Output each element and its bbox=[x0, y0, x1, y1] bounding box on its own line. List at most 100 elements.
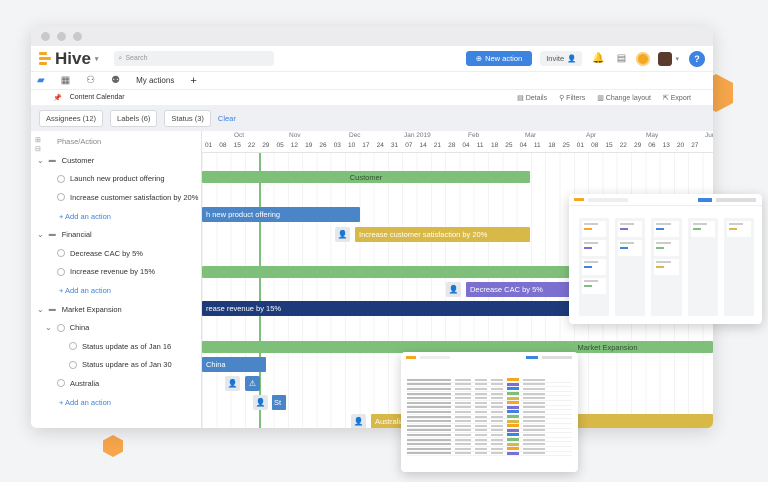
help-button[interactable]: ? bbox=[689, 50, 705, 67]
document-icon[interactable]: ▤ bbox=[614, 52, 628, 66]
labels-filter[interactable]: Labels (6) bbox=[110, 109, 158, 127]
window-minimize-dot[interactable] bbox=[57, 31, 66, 41]
checkbox-icon[interactable] bbox=[57, 193, 65, 202]
day-label: 15 bbox=[605, 142, 613, 149]
action-row[interactable]: Status updare as of Jan 30 bbox=[31, 356, 201, 375]
chevron-down-icon[interactable]: ▾ bbox=[95, 55, 99, 63]
assignee-avatar[interactable]: 👤 bbox=[335, 227, 350, 242]
chevron-down-icon[interactable]: ⌄ bbox=[37, 156, 44, 165]
phase-row[interactable]: ⌄ ▬ Financial bbox=[31, 225, 201, 244]
table-rows bbox=[407, 378, 572, 457]
day-label: 04 bbox=[519, 142, 527, 149]
preview-topbar bbox=[569, 194, 762, 206]
assignee-avatar[interactable]: 👤 bbox=[225, 376, 240, 391]
assignee-avatar[interactable]: 👤 bbox=[351, 414, 366, 428]
chevron-down-icon[interactable]: ⌄ bbox=[37, 305, 44, 314]
day-label: 06 bbox=[648, 142, 656, 149]
action-row[interactable]: Australia bbox=[31, 374, 201, 393]
add-action-link[interactable]: + Add an action bbox=[31, 207, 201, 226]
assignee-avatar[interactable]: 👤 bbox=[446, 282, 461, 297]
preview-topbar bbox=[401, 352, 578, 362]
plus-circle-icon: ⊕ bbox=[475, 54, 483, 63]
row-label: Financial bbox=[61, 230, 92, 240]
checkbox-icon[interactable] bbox=[57, 379, 65, 388]
expand-collapse-controls[interactable]: ⊞ ⊟ bbox=[35, 136, 41, 154]
checkbox-icon[interactable] bbox=[69, 360, 77, 369]
day-label: 26 bbox=[319, 142, 327, 149]
day-label: 18 bbox=[548, 142, 556, 149]
change-layout-label: Change layout bbox=[605, 94, 651, 102]
kanban-columns bbox=[579, 218, 755, 316]
phase-action-header: Phase/Action bbox=[31, 131, 201, 151]
chevron-down-icon[interactable]: ⌄ bbox=[37, 230, 44, 239]
checkbox-icon[interactable] bbox=[57, 249, 65, 258]
person-view-icon[interactable]: ⚇ bbox=[86, 75, 95, 86]
search-placeholder: Search bbox=[125, 55, 148, 62]
checkbox-icon[interactable] bbox=[56, 323, 65, 332]
user-avatar[interactable] bbox=[658, 51, 673, 66]
action-bar-china[interactable]: China bbox=[202, 357, 266, 372]
warning-icon[interactable]: ⚠ bbox=[245, 376, 260, 391]
folder-icon: ▬ bbox=[48, 156, 56, 164]
checkbox-icon[interactable] bbox=[57, 267, 65, 276]
row-label: + Add an action bbox=[59, 211, 111, 221]
add-action-link[interactable]: + Add an action bbox=[31, 281, 201, 300]
details-button[interactable]: ▤ Details bbox=[517, 94, 547, 102]
action-row[interactable]: Launch new product offering bbox=[31, 170, 201, 189]
assignees-filter[interactable]: Assignees (12) bbox=[39, 109, 104, 127]
change-layout-button[interactable]: ▥ Change layout bbox=[597, 94, 651, 102]
checkbox-icon[interactable] bbox=[69, 342, 77, 351]
phase-row[interactable]: ⌄ ▬ Market Expansion bbox=[31, 300, 201, 319]
clear-filters-link[interactable]: Clear bbox=[218, 114, 236, 123]
day-label: 22 bbox=[247, 142, 256, 149]
bell-icon[interactable]: 🔔 bbox=[591, 52, 605, 66]
assignee-avatar[interactable]: 👤 bbox=[253, 395, 268, 410]
window-close-dot[interactable] bbox=[41, 31, 50, 41]
table-view-icon[interactable]: ▦ bbox=[61, 75, 70, 86]
add-tab-button[interactable]: + bbox=[190, 75, 196, 87]
kanban-board-preview[interactable] bbox=[569, 194, 762, 324]
workspace-avatar[interactable] bbox=[636, 51, 651, 66]
invite-label: Invite bbox=[546, 54, 565, 63]
tab-my-actions[interactable]: My actions bbox=[136, 76, 174, 85]
new-action-button[interactable]: ⊕ New action bbox=[465, 51, 533, 66]
phase-row[interactable]: ⌄ ▬ Customer bbox=[31, 151, 201, 170]
search-icon: ⌕ bbox=[118, 54, 123, 62]
search-input bbox=[588, 197, 628, 202]
action-row[interactable]: ⌄ China bbox=[31, 318, 201, 337]
export-button[interactable]: ⇱ Export bbox=[663, 94, 691, 102]
new-action-button bbox=[526, 355, 538, 359]
folder-icon[interactable]: ▰ bbox=[37, 75, 45, 86]
hive-logo-icon bbox=[574, 198, 584, 201]
action-bar-launch[interactable]: h new product offering bbox=[202, 207, 360, 222]
phase-bar-customer[interactable]: Customer bbox=[202, 171, 530, 183]
kanban-card bbox=[582, 278, 607, 294]
day-label: 13 bbox=[662, 142, 670, 149]
status-filter[interactable]: Status (3) bbox=[164, 109, 211, 127]
action-row[interactable]: Increase customer satisfaction by 20% bbox=[31, 188, 201, 207]
action-row[interactable]: Decrease CAC by 5% bbox=[31, 244, 201, 263]
action-bar-status-update[interactable]: St bbox=[272, 395, 286, 410]
window-zoom-dot[interactable] bbox=[73, 31, 82, 41]
kanban-column bbox=[723, 218, 755, 316]
chevron-down-icon[interactable]: ▾ bbox=[675, 55, 679, 63]
checkbox-icon[interactable] bbox=[57, 174, 65, 183]
action-row[interactable]: Increase revenue by 15% bbox=[31, 263, 201, 282]
invite-button[interactable]: Invite 👤 bbox=[540, 51, 583, 66]
hive-logo[interactable]: Hive ▾ bbox=[39, 49, 98, 69]
chevron-down-icon[interactable]: ⌄ bbox=[45, 323, 52, 332]
pin-icon[interactable]: 📌 bbox=[53, 94, 62, 102]
logo-text: Hive bbox=[55, 48, 91, 68]
action-bar-satisfaction[interactable]: Increase customer satisfaction by 20% bbox=[355, 227, 530, 242]
team-view-icon[interactable]: ⚉ bbox=[111, 75, 120, 86]
row-label: Launch new product offering bbox=[70, 174, 165, 184]
hive-logo-icon bbox=[406, 355, 416, 359]
add-action-link[interactable]: + Add an action bbox=[31, 393, 201, 412]
kanban-column bbox=[687, 218, 718, 316]
day-label: 01 bbox=[576, 142, 585, 149]
action-row[interactable]: Status update as of Jan 16 bbox=[31, 337, 201, 356]
filters-button[interactable]: ⚲ Filters bbox=[559, 94, 585, 102]
table-view-preview[interactable] bbox=[401, 352, 578, 472]
day-label: 10 bbox=[348, 142, 356, 149]
search-input[interactable]: ⌕ Search bbox=[114, 51, 275, 66]
